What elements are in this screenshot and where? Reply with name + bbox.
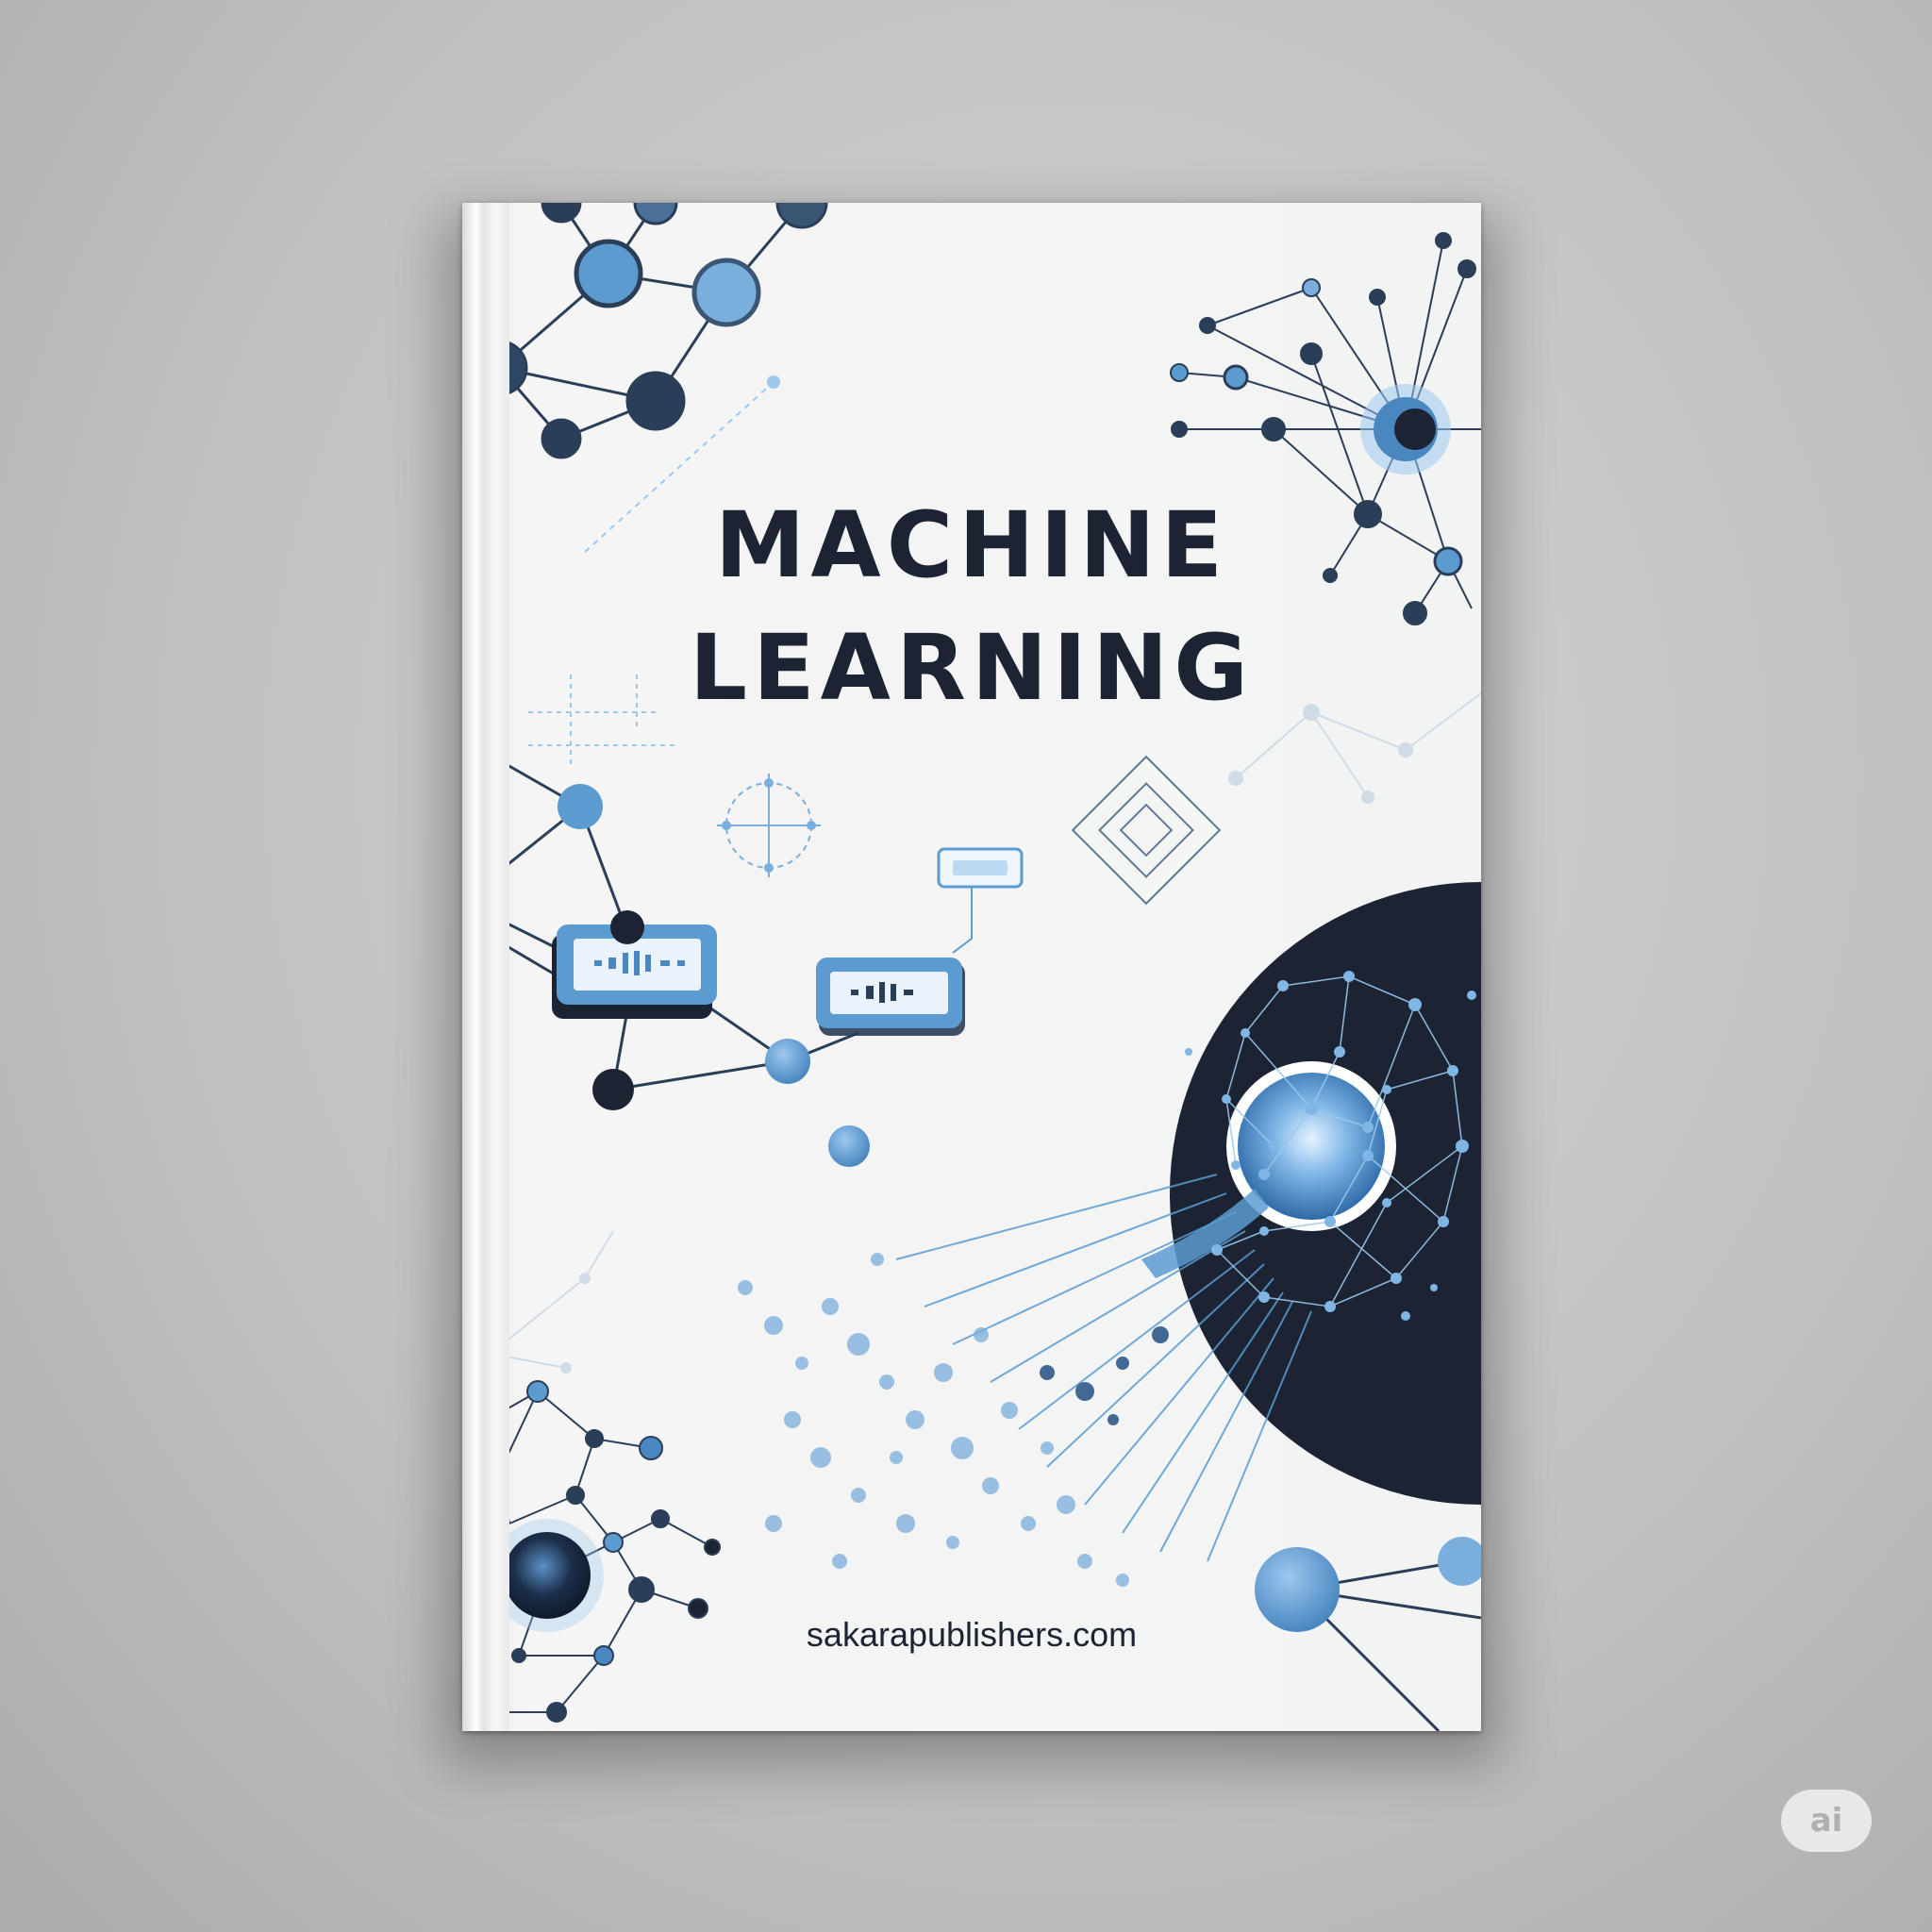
data-module-icon — [816, 958, 965, 1036]
network-top-left-icon — [462, 203, 828, 459]
cover-artwork — [462, 203, 1481, 1731]
book-title-line1: MACHINE — [714, 492, 1229, 598]
target-crosshair-icon — [717, 774, 821, 877]
data-module-small-icon — [937, 847, 1024, 954]
concentric-diamond-icon — [1071, 755, 1222, 906]
data-module-icon — [552, 910, 717, 1019]
ai-badge: ai — [1781, 1790, 1872, 1852]
book-spine — [462, 203, 509, 1731]
book-cover: MACHINE LEARNING sakarapublishers.com — [462, 203, 1481, 1731]
book-title-line2: LEARNING — [689, 615, 1255, 721]
publisher-url: sakarapublishers.com — [806, 1615, 1138, 1654]
network-mid-left-icon — [462, 727, 859, 1110]
